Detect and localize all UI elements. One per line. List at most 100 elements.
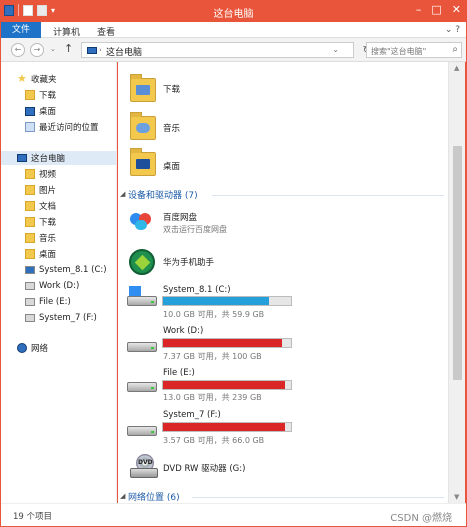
drive-f-usage-fill [163,423,285,431]
drive-d-usage-bar [162,338,292,348]
nav-item-label: 下载 [39,91,57,101]
dvd-drive-label[interactable]: DVD RW 驱动器 (G:) [163,462,245,474]
nav-item-music[interactable]: 音乐 [25,231,56,245]
maximize-icon[interactable]: □ [431,3,441,16]
nav-item-videos[interactable]: 视频 [25,167,56,181]
collapse-chevron-icon[interactable]: ◢ [120,190,125,198]
baidu-netdisk-icon[interactable] [130,211,152,233]
title-bar: ▾ 这台电脑 – □ ✕ [0,0,467,22]
forward-button[interactable]: → [30,43,44,57]
nav-item-label: System_8.1 (C:) [39,265,107,275]
desktop-folder-icon[interactable] [130,148,156,176]
huawei-assistant-icon[interactable] [129,249,155,275]
network-divider [192,497,444,498]
nav-item-recent[interactable]: 最近访问的位置 [25,120,99,134]
network-header[interactable]: 网络位置 (6) [128,490,180,503]
nav-this-pc[interactable]: 这台电脑 [1,151,116,165]
help-icon[interactable]: ⌄ ? [445,25,460,35]
nav-item-desktop-pc[interactable]: 桌面 [25,247,56,261]
scrollbar-thumb[interactable] [453,146,462,380]
nav-item-desktop[interactable]: 桌面 [25,104,56,118]
drive-c-label[interactable]: System_8.1 (C:) [163,285,231,295]
nav-item-downloads-pc[interactable]: 下载 [25,215,56,229]
up-button[interactable]: ↑ [64,42,73,55]
nav-item-drive-f[interactable]: System_7 (F:) [25,311,97,325]
devices-header[interactable]: 设备和驱动器 (7) [128,188,198,201]
folder-icon [25,90,35,100]
nav-item-label: Work (D:) [39,281,80,291]
drive-f-info: 3.57 GB 可用，共 66.0 GB [163,436,265,445]
nav-favorites-label: 收藏夹 [31,75,57,85]
folder-downloads-label[interactable]: 下载 [163,83,180,95]
collapse-chevron-icon[interactable]: ◢ [120,492,125,500]
folder-music-label[interactable]: 音乐 [163,122,180,134]
nav-item-label: 桌面 [39,107,57,117]
nav-item-drive-c[interactable]: System_8.1 (C:) [25,263,107,277]
network-icon [17,343,27,353]
downloads-folder-icon [25,217,35,227]
nav-item-label: 视频 [39,170,57,180]
drive-icon[interactable] [127,338,159,354]
nav-item-documents[interactable]: 文档 [25,199,56,213]
drive-icon[interactable] [127,422,159,438]
music-folder-icon [25,233,35,243]
downloads-folder-icon[interactable] [130,74,156,102]
star-icon: ★ [17,72,27,85]
nav-item-drive-d[interactable]: Work (D:) [25,279,79,293]
drive-d-usage-fill [163,339,283,347]
search-input[interactable]: 搜索"这台电脑" ⌕ [366,42,462,58]
scroll-down-icon[interactable]: ▼ [454,493,459,501]
minimize-icon[interactable]: – [416,3,422,16]
vertical-scrollbar[interactable]: ▲ ▼ [448,62,465,503]
address-bar[interactable]: › 这台电脑 ⌄ ↻ [81,42,371,58]
recent-places-icon [25,122,35,132]
navigation-bar: ← → ⌄ ↑ › 这台电脑 ⌄ ↻ 搜索"这台电脑" ⌕ [1,38,466,62]
drive-icon [25,282,35,290]
dvd-drive-icon[interactable]: DVD [130,454,158,480]
explorer-window: ▾ 这台电脑 – □ ✕ 文件 计算机 查看 ⌄ ? ← → ⌄ ↑ › 这台电… [0,0,467,527]
devices-divider [212,195,444,196]
drive-d-label[interactable]: Work (D:) [163,326,203,336]
nav-network[interactable]: 网络 [17,341,48,355]
windows-drive-icon[interactable] [127,286,159,306]
app-baidu-label[interactable]: 百度网盘 [163,211,197,223]
close-icon[interactable]: ✕ [452,3,461,16]
computer-icon [17,154,27,162]
nav-favorites[interactable]: ★ 收藏夹 [17,72,57,86]
drive-f-label[interactable]: System_7 (F:) [163,410,221,420]
nav-item-label: File (E:) [39,297,71,307]
ribbon: 文件 计算机 查看 ⌄ ? [1,22,466,38]
music-folder-icon[interactable] [130,112,156,140]
drive-e-usage-bar [162,380,292,390]
documents-folder-icon [25,201,35,211]
recent-dropdown-icon[interactable]: ⌄ [50,45,56,53]
back-button[interactable]: ← [11,43,25,57]
windows-drive-icon [25,266,35,274]
item-count: 19 个项目 [13,512,53,522]
drive-e-usage-fill [163,381,285,389]
nav-item-label: 最近访问的位置 [39,123,99,133]
tab-computer[interactable]: 计算机 [53,25,80,38]
nav-item-downloads[interactable]: 下载 [25,88,56,102]
file-tab[interactable]: 文件 [1,22,41,38]
drive-e-label[interactable]: File (E:) [163,368,195,378]
search-icon[interactable]: ⌕ [452,44,458,55]
address-dropdown-icon[interactable]: ⌄ [332,45,339,54]
pictures-folder-icon [25,185,35,195]
tab-view[interactable]: 查看 [97,25,115,38]
folder-desktop-label[interactable]: 桌面 [163,160,180,172]
drive-icon [25,314,35,322]
drive-icon[interactable] [127,378,159,394]
breadcrumb-chevron-icon[interactable]: › [99,46,102,54]
videos-folder-icon [25,169,35,179]
nav-item-pictures[interactable]: 图片 [25,183,56,197]
desktop-folder-icon [25,249,35,259]
navigation-pane: ★ 收藏夹 下载 桌面 最近访问的位置 这台电脑 视频 图片 文档 下载 音乐 … [1,62,117,503]
nav-item-label: System_7 (F:) [39,313,97,323]
status-bar: 19 个项目 CSDN @燃烧 [1,503,466,526]
nav-item-label: 图片 [39,186,57,196]
window-controls: – □ ✕ [416,3,461,16]
app-huawei-label[interactable]: 华为手机助手 [163,256,214,268]
scroll-up-icon[interactable]: ▲ [454,64,459,72]
nav-item-drive-e[interactable]: File (E:) [25,295,71,309]
